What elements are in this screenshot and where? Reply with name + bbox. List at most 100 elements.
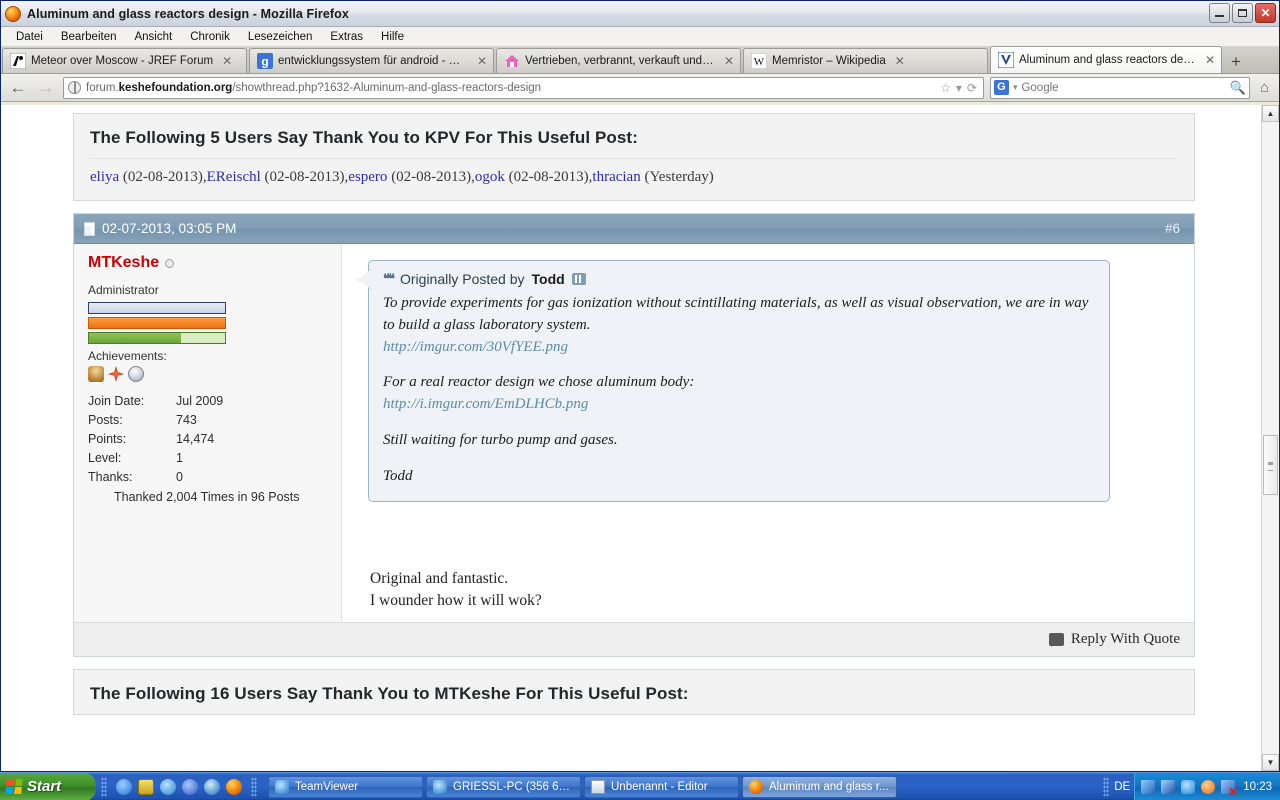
stat-value: 0 <box>176 469 183 484</box>
back-button-icon[interactable]: ← <box>7 78 29 98</box>
windows-media-player-icon[interactable] <box>116 778 132 795</box>
close-button[interactable]: ✕ <box>1255 3 1276 23</box>
menu-bearbeiten[interactable]: Bearbeiten <box>52 29 126 45</box>
stat-row: Points: 14,474 <box>88 429 223 448</box>
search-icon[interactable]: 🔍 <box>1230 80 1246 96</box>
menu-hilfe[interactable]: Hilfe <box>372 29 413 45</box>
network2-icon[interactable] <box>1161 779 1176 794</box>
teamviewer-tray-icon[interactable] <box>1181 779 1196 794</box>
post-footer: Reply With Quote <box>74 621 1194 656</box>
taskbar-button-griessl-pc[interactable]: GRIESSL-PC (356 689... <box>426 775 581 798</box>
tab-close-icon[interactable]: ✕ <box>222 54 232 68</box>
windows-flag-icon <box>5 779 23 794</box>
clock[interactable]: 10:23 <box>1241 781 1272 793</box>
realplayer-icon[interactable] <box>182 778 198 795</box>
thanks-user-list: eliya (02-08-2013),EReischl (02-08-2013)… <box>90 158 1178 200</box>
tab-close-icon[interactable]: ✕ <box>477 54 487 68</box>
reputation-bar-orange <box>88 317 226 329</box>
tab-label: Aluminum and glass reactors design <box>1019 54 1196 66</box>
menu-ansicht[interactable]: Ansicht <box>125 29 181 45</box>
taskbar-button-teamviewer[interactable]: TeamViewer <box>268 775 423 798</box>
sphere-icon[interactable] <box>128 366 144 382</box>
language-indicator[interactable]: DE <box>1114 781 1134 793</box>
google-search-engine-icon[interactable]: G <box>993 80 1009 95</box>
menu-lesezeichen[interactable]: Lesezeichen <box>239 29 322 45</box>
post-number[interactable]: #6 <box>1165 221 1180 236</box>
thanks-user-link[interactable]: thracian <box>592 169 640 185</box>
taskbar-grip[interactable] <box>1103 776 1110 797</box>
reply-quote-icon[interactable] <box>1048 632 1064 647</box>
post-user-info: MTKeshe Administrator Achievements: Join… <box>74 244 342 622</box>
internet-explorer-icon[interactable] <box>204 778 220 795</box>
menu-extras[interactable]: Extras <box>321 29 372 45</box>
home-icon[interactable]: ⌂ <box>1256 79 1273 96</box>
post-author-name[interactable]: MTKeshe <box>88 254 159 272</box>
menu-datei[interactable]: Datei <box>7 29 52 45</box>
msn-icon[interactable] <box>160 778 176 795</box>
forward-button-icon[interactable]: → <box>35 78 57 98</box>
pink-house-icon <box>505 55 519 67</box>
browser-tab-2[interactable]: g entwicklungssystem für android - Googl… <box>249 48 494 73</box>
post-author[interactable]: MTKeshe <box>88 254 341 272</box>
post-reply-text: Original and fantastic. I wounder how it… <box>358 568 1174 611</box>
minimize-button[interactable] <box>1209 3 1230 23</box>
maximize-button[interactable] <box>1232 3 1253 23</box>
taskbar-button-editor[interactable]: Unbenannt - Editor <box>584 775 739 798</box>
tab-close-icon[interactable]: ✕ <box>1205 53 1215 67</box>
teamviewer-icon <box>433 779 447 794</box>
vbulletin-icon <box>998 52 1014 68</box>
svg-text:g: g <box>261 55 268 69</box>
thanks-user-link[interactable]: eliya <box>90 169 119 185</box>
url-bar[interactable]: forum.keshefoundation.org/showthread.php… <box>63 76 984 99</box>
vertical-scrollbar[interactable]: ▲ ▼ <box>1261 105 1279 771</box>
taskbar-button-label: TeamViewer <box>295 780 359 793</box>
quote-author[interactable]: Todd <box>532 271 565 287</box>
safely-remove-icon[interactable] <box>1221 779 1236 794</box>
user-stats: Join Date: Jul 2009 Posts: 743 Points: 1… <box>88 391 341 505</box>
browser-tab-1[interactable]: Meteor over Moscow - JREF Forum ✕ <box>2 48 247 73</box>
browser-tab-3[interactable]: Vertrieben, verbrannt, verkauft und ver.… <box>496 48 741 73</box>
thanks-user-date: (02-08-2013) <box>391 169 472 185</box>
scroll-up-button[interactable]: ▲ <box>1262 105 1279 122</box>
notes-icon[interactable] <box>138 778 154 795</box>
tab-close-icon[interactable]: ✕ <box>724 54 734 68</box>
search-input[interactable]: Google <box>1021 82 1058 94</box>
chevron-down-icon[interactable]: ▾ <box>1013 82 1018 93</box>
browser-tab-5-active[interactable]: Aluminum and glass reactors design ✕ <box>990 46 1222 73</box>
new-tab-button[interactable]: + <box>1224 51 1248 73</box>
firefox-icon <box>749 779 763 794</box>
star-icon[interactable] <box>108 366 124 382</box>
browser-tab-4[interactable]: W Memristor – Wikipedia ✕ <box>743 48 988 73</box>
medal-icon[interactable] <box>88 366 104 382</box>
windows-taskbar: Start TeamViewer GRIESSL-PC (356 689... … <box>0 772 1280 800</box>
taskbar-grip[interactable] <box>101 776 107 797</box>
network-icon[interactable] <box>1141 779 1156 794</box>
quote-link-1[interactable]: http://imgur.com/30VfYEE.png <box>383 339 568 355</box>
bookmark-star-icon[interactable]: ☆ <box>940 81 951 95</box>
reload-icon[interactable]: ⟳ <box>967 81 977 95</box>
thanks-user-link[interactable]: EReischl <box>207 169 261 185</box>
start-button[interactable]: Start <box>0 772 96 800</box>
quote-paragraph-1-text: To provide experiments for gas ionizatio… <box>383 295 1089 333</box>
stat-key: Thanks: <box>88 469 133 484</box>
taskbar-grip[interactable] <box>251 776 257 797</box>
scroll-down-button[interactable]: ▼ <box>1262 754 1279 771</box>
menu-chronik[interactable]: Chronik <box>181 29 239 45</box>
thanks-user-date: (02-08-2013) <box>122 169 203 185</box>
quote-link-2[interactable]: http://i.imgur.com/EmDLHCb.png <box>383 396 588 412</box>
firefox-icon[interactable] <box>226 778 242 795</box>
thanks-user-link[interactable]: espero <box>348 169 387 185</box>
thanks-user-link[interactable]: ogok <box>475 169 505 185</box>
update-icon[interactable] <box>1201 779 1216 794</box>
chevron-down-icon[interactable]: ▾ <box>956 81 962 95</box>
scrollbar-thumb[interactable] <box>1263 435 1278 495</box>
stat-row: Level: 1 <box>88 448 223 467</box>
tab-close-icon[interactable]: ✕ <box>895 54 905 68</box>
thanks-panel-top: The Following 5 Users Say Thank You to K… <box>73 113 1195 201</box>
quote-paragraph-2-text: For a real reactor design we chose alumi… <box>383 374 695 391</box>
taskbar-button-firefox[interactable]: Aluminum and glass r... <box>742 775 897 798</box>
view-post-icon[interactable] <box>571 273 586 285</box>
stat-row: Posts: 743 <box>88 410 223 429</box>
search-bar[interactable]: G ▾ Google 🔍 <box>989 76 1250 99</box>
reply-with-quote-button[interactable]: Reply With Quote <box>1071 631 1180 648</box>
